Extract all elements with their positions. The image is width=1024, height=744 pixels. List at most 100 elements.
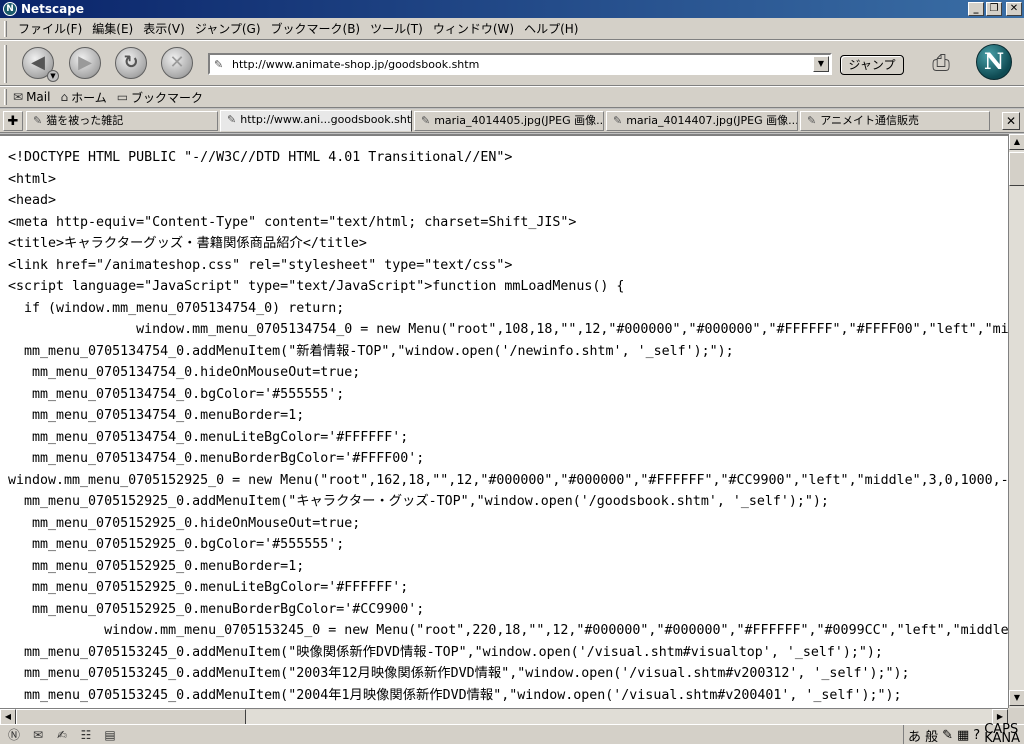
tab-label: maria_4014407.jpg(JPEG 画像... bbox=[626, 114, 798, 127]
source-line: mm_menu_0705153245_0.addMenuItem("映像関係新作… bbox=[8, 644, 883, 660]
source-line: mm_menu_0705152925_0.addMenuItem("キャラクター… bbox=[8, 494, 829, 509]
source-line: mm_menu_0705134754_0.menuBorderBgColor='… bbox=[8, 451, 425, 466]
ime-mode-indicator[interactable]: あ bbox=[908, 726, 921, 744]
home-label: ホーム bbox=[71, 90, 107, 105]
vertical-scroll-thumb[interactable] bbox=[1009, 152, 1024, 186]
page-source-view[interactable]: <!DOCTYPE HTML PUBLIC "-//W3C//DTD HTML … bbox=[0, 134, 1008, 708]
close-tab-button[interactable]: ✕ bbox=[1002, 112, 1020, 130]
go-button[interactable]: ジャンプ bbox=[840, 55, 904, 75]
menu-bookmarks[interactable]: ブックマーク(B) bbox=[266, 20, 366, 38]
menu-file[interactable]: ファイル(F) bbox=[13, 20, 87, 38]
ime-pad-icon[interactable]: ▦ bbox=[957, 728, 969, 743]
navigation-toolbar: ◀ ▼ ▶ ↻ ✕ ✎ ▼ ジャンプ ⎙ bbox=[0, 40, 1024, 86]
source-line: <link href="/animateshop.css" rel="style… bbox=[8, 257, 513, 273]
address-book-icon[interactable]: ☷ bbox=[76, 727, 96, 743]
menu-window[interactable]: ウィンドウ(W) bbox=[428, 20, 519, 38]
notepad-icon[interactable]: ▤ bbox=[100, 727, 120, 743]
status-bar: Ⓝ ✉ ✍ ☷ ▤ あ 般 ✎ ▦ ? CAPS KANA bbox=[0, 723, 1024, 744]
page-icon: ✎ bbox=[421, 114, 431, 127]
source-line: mm_menu_0705134754_0.menuBorder=1; bbox=[8, 408, 305, 423]
back-arrow-icon: ◀ bbox=[31, 52, 45, 73]
netscape-app-icon[interactable]: N bbox=[3, 2, 17, 16]
menu-tools[interactable]: ツール(T) bbox=[365, 20, 428, 38]
tab-label: http://www.ani...goodsbook.shtm bbox=[240, 113, 412, 126]
forward-button[interactable]: ▶ bbox=[69, 47, 101, 79]
url-input[interactable] bbox=[232, 57, 822, 71]
menu-bar: ファイル(F) 編集(E) 表示(V) ジャンプ(G) ブックマーク(B) ツー… bbox=[0, 18, 1024, 40]
page-icon: ✎ bbox=[214, 57, 224, 71]
print-icon[interactable]: ⎙ bbox=[924, 49, 958, 79]
new-tab-icon: ✚ bbox=[7, 114, 19, 129]
tab-3[interactable]: ✎ maria_4014407.jpg(JPEG 画像... bbox=[606, 111, 798, 131]
source-line: mm_menu_0705152925_0.bgColor='#555555'; bbox=[8, 537, 345, 552]
window-controls: _ ❐ ✕ bbox=[968, 2, 1022, 16]
mail-status-icon[interactable]: ✉ bbox=[28, 727, 48, 743]
toolbar-grip[interactable] bbox=[4, 45, 7, 83]
vertical-scrollbar[interactable]: ▲ ▼ bbox=[1008, 134, 1024, 708]
horizontal-scroll-thumb[interactable] bbox=[16, 709, 246, 725]
tab-2[interactable]: ✎ maria_4014405.jpg(JPEG 画像... bbox=[414, 111, 604, 131]
stop-button[interactable]: ✕ bbox=[161, 47, 193, 79]
source-line: if (window.mm_menu_0705134754_0) return; bbox=[8, 300, 345, 316]
toolbar-grip[interactable] bbox=[4, 20, 7, 37]
bookmarks-button[interactable]: ▭ ブックマーク bbox=[117, 89, 203, 106]
close-button[interactable]: ✕ bbox=[1006, 2, 1022, 16]
ime-help-icon[interactable]: ? bbox=[973, 728, 980, 743]
tab-label: アニメイト通信販売 bbox=[820, 114, 919, 127]
menu-go[interactable]: ジャンプ(G) bbox=[190, 20, 266, 38]
source-line: mm_menu_0705153245_0.addMenuItem("2004年1… bbox=[8, 687, 902, 703]
stop-icon: ✕ bbox=[169, 52, 185, 73]
ime-toolbar: あ 般 ✎ ▦ ? CAPS KANA bbox=[903, 723, 1020, 744]
tab-1[interactable]: ✎ http://www.ani...goodsbook.shtm bbox=[220, 110, 412, 132]
maximize-button[interactable]: ❐ bbox=[986, 2, 1002, 16]
home-button[interactable]: ⌂ ホーム bbox=[60, 89, 106, 106]
source-line: window.mm_menu_0705153245_0 = new Menu("… bbox=[8, 623, 1008, 638]
tab-0[interactable]: ✎ 猫を被った雑記 bbox=[26, 111, 218, 131]
tab-label: maria_4014405.jpg(JPEG 画像... bbox=[434, 114, 604, 127]
bookmarks-label: ブックマーク bbox=[131, 90, 204, 105]
personal-toolbar: ✉ Mail ⌂ ホーム ▭ ブックマーク bbox=[0, 86, 1024, 108]
source-line: window.mm_menu_0705152925_0 = new Menu("… bbox=[8, 472, 1008, 488]
menu-help[interactable]: ヘルプ(H) bbox=[519, 20, 583, 38]
netscape-status-icon[interactable]: Ⓝ bbox=[4, 727, 24, 743]
mail-label: Mail bbox=[26, 90, 51, 104]
ime-conversion-mode[interactable]: 般 bbox=[925, 726, 938, 744]
source-line: <html> bbox=[8, 171, 57, 187]
composer-icon[interactable]: ✍ bbox=[52, 727, 72, 743]
new-tab-button[interactable]: ✚ bbox=[3, 111, 23, 131]
toolbar-grip[interactable] bbox=[4, 89, 7, 105]
back-button[interactable]: ◀ ▼ bbox=[22, 47, 59, 82]
mail-button[interactable]: ✉ Mail bbox=[13, 90, 50, 104]
source-line: mm_menu_0705152925_0.menuLiteBgColor='#F… bbox=[8, 580, 409, 595]
source-line: mm_menu_0705153245_0.addMenuItem("2003年1… bbox=[8, 666, 910, 681]
tab-bar: ✚ ✎ 猫を被った雑記 ✎ http://www.ani...goodsbook.s… bbox=[0, 109, 1024, 133]
tab-4[interactable]: ✎ アニメイト通信販売 bbox=[800, 111, 990, 131]
close-icon: ✕ bbox=[1005, 114, 1017, 128]
source-line: <meta http-equiv="Content-Type" content=… bbox=[8, 214, 577, 230]
url-bar[interactable]: ✎ ▼ bbox=[208, 53, 832, 75]
source-code: <!DOCTYPE HTML PUBLIC "-//W3C//DTD HTML … bbox=[0, 136, 1008, 706]
page-icon: ✎ bbox=[33, 114, 43, 127]
reload-button[interactable]: ↻ bbox=[115, 47, 147, 79]
source-line: mm_menu_0705134754_0.bgColor='#555555'; bbox=[8, 386, 345, 402]
bookmark-folder-icon: ▭ bbox=[116, 90, 129, 104]
horizontal-scrollbar[interactable]: ◀ ▶ bbox=[0, 708, 1008, 725]
menu-view[interactable]: 表示(V) bbox=[138, 20, 190, 38]
back-dropdown-icon[interactable]: ▼ bbox=[47, 70, 59, 82]
source-line: mm_menu_0705134754_0.hideOnMouseOut=true… bbox=[8, 365, 361, 380]
scroll-up-button[interactable]: ▲ bbox=[1009, 134, 1024, 150]
reload-icon: ↻ bbox=[123, 52, 139, 73]
scroll-left-button[interactable]: ◀ bbox=[0, 709, 16, 725]
minimize-button[interactable]: _ bbox=[968, 2, 984, 16]
source-line: <head> bbox=[8, 193, 57, 208]
menu-edit[interactable]: 編集(E) bbox=[87, 20, 138, 38]
url-dropdown-button[interactable]: ▼ bbox=[813, 56, 829, 72]
scroll-down-button[interactable]: ▼ bbox=[1009, 690, 1024, 706]
ime-dictionary-icon[interactable]: ✎ bbox=[942, 728, 953, 743]
source-line: <script language="JavaScript" type="text… bbox=[8, 279, 625, 294]
forward-arrow-icon: ▶ bbox=[78, 52, 92, 73]
page-icon: ✎ bbox=[227, 113, 237, 126]
tab-label: 猫を被った雑記 bbox=[46, 114, 124, 127]
home-icon: ⌂ bbox=[60, 90, 69, 104]
netscape-logo[interactable]: N bbox=[976, 44, 1012, 80]
